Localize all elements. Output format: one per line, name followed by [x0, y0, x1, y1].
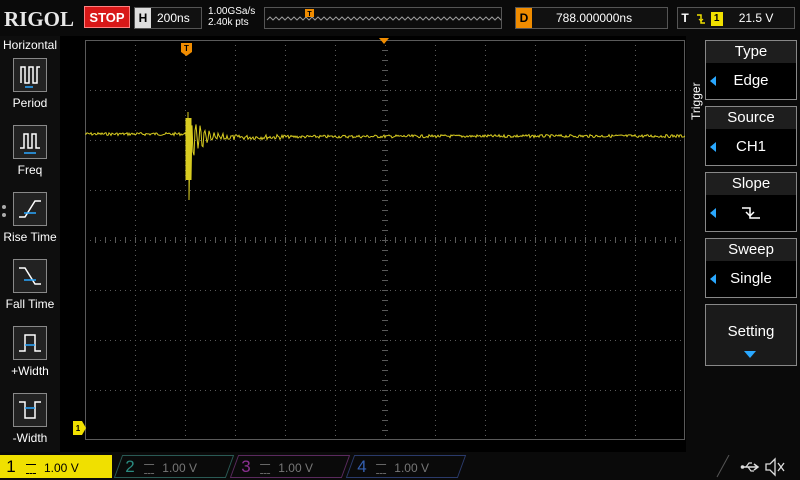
- measure-rise-time-button[interactable]: Rise Time: [0, 192, 60, 256]
- run-stop-indicator[interactable]: STOP: [84, 6, 130, 28]
- overview-trigger-marker: T: [305, 9, 314, 18]
- delay-value: 788.000000ns: [556, 11, 633, 25]
- memory-depth: 2.40k pts: [208, 17, 249, 28]
- trigger-source-title: Source: [706, 107, 796, 129]
- trigger-sweep-value: Single: [730, 270, 772, 287]
- trigger-setting-label: Setting: [727, 323, 775, 340]
- acquisition-info: 1.00GSa/s 2.40k pts: [208, 6, 255, 28]
- trigger-setting-button[interactable]: Setting: [705, 304, 797, 366]
- chevron-left-icon: [710, 274, 716, 284]
- channel-3-tab[interactable]: 3 1.00 V: [229, 455, 351, 478]
- dc-coupling-icon: [144, 463, 155, 474]
- channel-4-tab[interactable]: 4 1.00 V: [345, 455, 467, 478]
- trigger-type-title: Type: [706, 41, 796, 63]
- positive-width-icon: [13, 326, 47, 360]
- speaker-muted-icon[interactable]: [764, 457, 786, 477]
- trigger-source-button[interactable]: Source CH1: [705, 106, 797, 166]
- measure-period-button[interactable]: Period: [0, 58, 60, 122]
- delay-display[interactable]: D 788.000000ns: [515, 7, 668, 29]
- measure-freq-button[interactable]: Freq: [0, 125, 60, 189]
- svg-text:T: T: [307, 11, 312, 18]
- measure-positive-width-button[interactable]: +Width: [0, 326, 60, 390]
- measure-rise-time-label: Rise Time: [3, 230, 57, 244]
- channel-1-ground-marker[interactable]: 1: [73, 421, 87, 435]
- timebase-value: 200ns: [157, 11, 190, 25]
- trigger-source-value: CH1: [735, 138, 766, 155]
- horizontal-center-marker: [379, 38, 389, 44]
- brand-logo: RIGOL: [4, 7, 75, 31]
- measure-menu-title: Horizontal: [2, 38, 58, 52]
- channel-1-tab[interactable]: 1 1.00 V: [0, 455, 112, 478]
- trigger-level: 21.5 V: [738, 11, 774, 25]
- trigger-sweep-button[interactable]: Sweep Single: [705, 238, 797, 298]
- timebase-key: H: [135, 8, 151, 28]
- waveform-grid: [84, 40, 686, 441]
- trigger-menu-title: Trigger: [689, 82, 703, 120]
- dc-coupling-icon: [260, 463, 271, 474]
- waveform-display[interactable]: [84, 40, 686, 441]
- trigger-type-value: Edge: [733, 72, 769, 89]
- waveform-overview: T: [265, 8, 526, 28]
- rise-time-icon: [13, 192, 47, 226]
- measure-fall-time-label: Fall Time: [5, 297, 55, 311]
- channel-2-scale: 1.00 V: [162, 461, 197, 475]
- fall-time-icon: [13, 259, 47, 293]
- measure-negative-width-button[interactable]: -Width: [0, 393, 60, 457]
- svg-text:T: T: [184, 44, 189, 53]
- channel-4-scale: 1.00 V: [394, 461, 429, 475]
- channel-2-number: 2: [125, 457, 135, 476]
- sample-rate: 1.00GSa/s: [208, 6, 256, 17]
- trigger-key: T: [681, 11, 689, 25]
- measure-fall-time-button[interactable]: Fall Time: [0, 259, 60, 323]
- channel-1-number: 1: [6, 457, 16, 476]
- period-icon: [13, 58, 47, 92]
- bottom-bar-divider: [716, 455, 730, 478]
- measure-negative-width-label: -Width: [12, 431, 48, 445]
- negative-width-icon: [13, 393, 47, 427]
- channel-3-scale: 1.00 V: [278, 461, 313, 475]
- measure-period-label: Period: [12, 96, 48, 110]
- svg-text:1: 1: [76, 424, 81, 433]
- trigger-sweep-title: Sweep: [706, 239, 796, 261]
- dc-coupling-icon: [26, 463, 36, 474]
- trigger-display[interactable]: T 1 21.5 V: [677, 7, 795, 29]
- channel-3-number: 3: [241, 457, 251, 476]
- trigger-slope-title: Slope: [706, 173, 796, 195]
- timebase-display[interactable]: H 200ns: [134, 7, 202, 29]
- dc-coupling-icon: [376, 463, 387, 474]
- submenu-down-icon: [744, 351, 756, 358]
- chevron-left-icon: [710, 142, 716, 152]
- falling-edge-icon: [742, 207, 760, 219]
- delay-key: D: [516, 8, 532, 28]
- measure-positive-width-label: +Width: [11, 364, 49, 378]
- chevron-left-icon: [710, 208, 716, 218]
- falling-edge-icon: [697, 14, 706, 24]
- channel-1-scale: 1.00 V: [44, 461, 79, 475]
- trigger-channel-badge: 1: [710, 11, 723, 26]
- channel-4-number: 4: [357, 457, 367, 476]
- trigger-type-button[interactable]: Type Edge: [705, 40, 797, 100]
- measure-freq-label: Freq: [17, 163, 43, 177]
- usb-icon: [740, 462, 760, 472]
- channel-2-tab[interactable]: 2 1.00 V: [113, 455, 235, 478]
- trigger-slope-button[interactable]: Slope: [705, 172, 797, 232]
- memory-position-bar[interactable]: T: [264, 7, 526, 29]
- chevron-left-icon: [710, 76, 716, 86]
- freq-icon: [13, 125, 47, 159]
- trigger-position-marker[interactable]: T: [181, 43, 193, 57]
